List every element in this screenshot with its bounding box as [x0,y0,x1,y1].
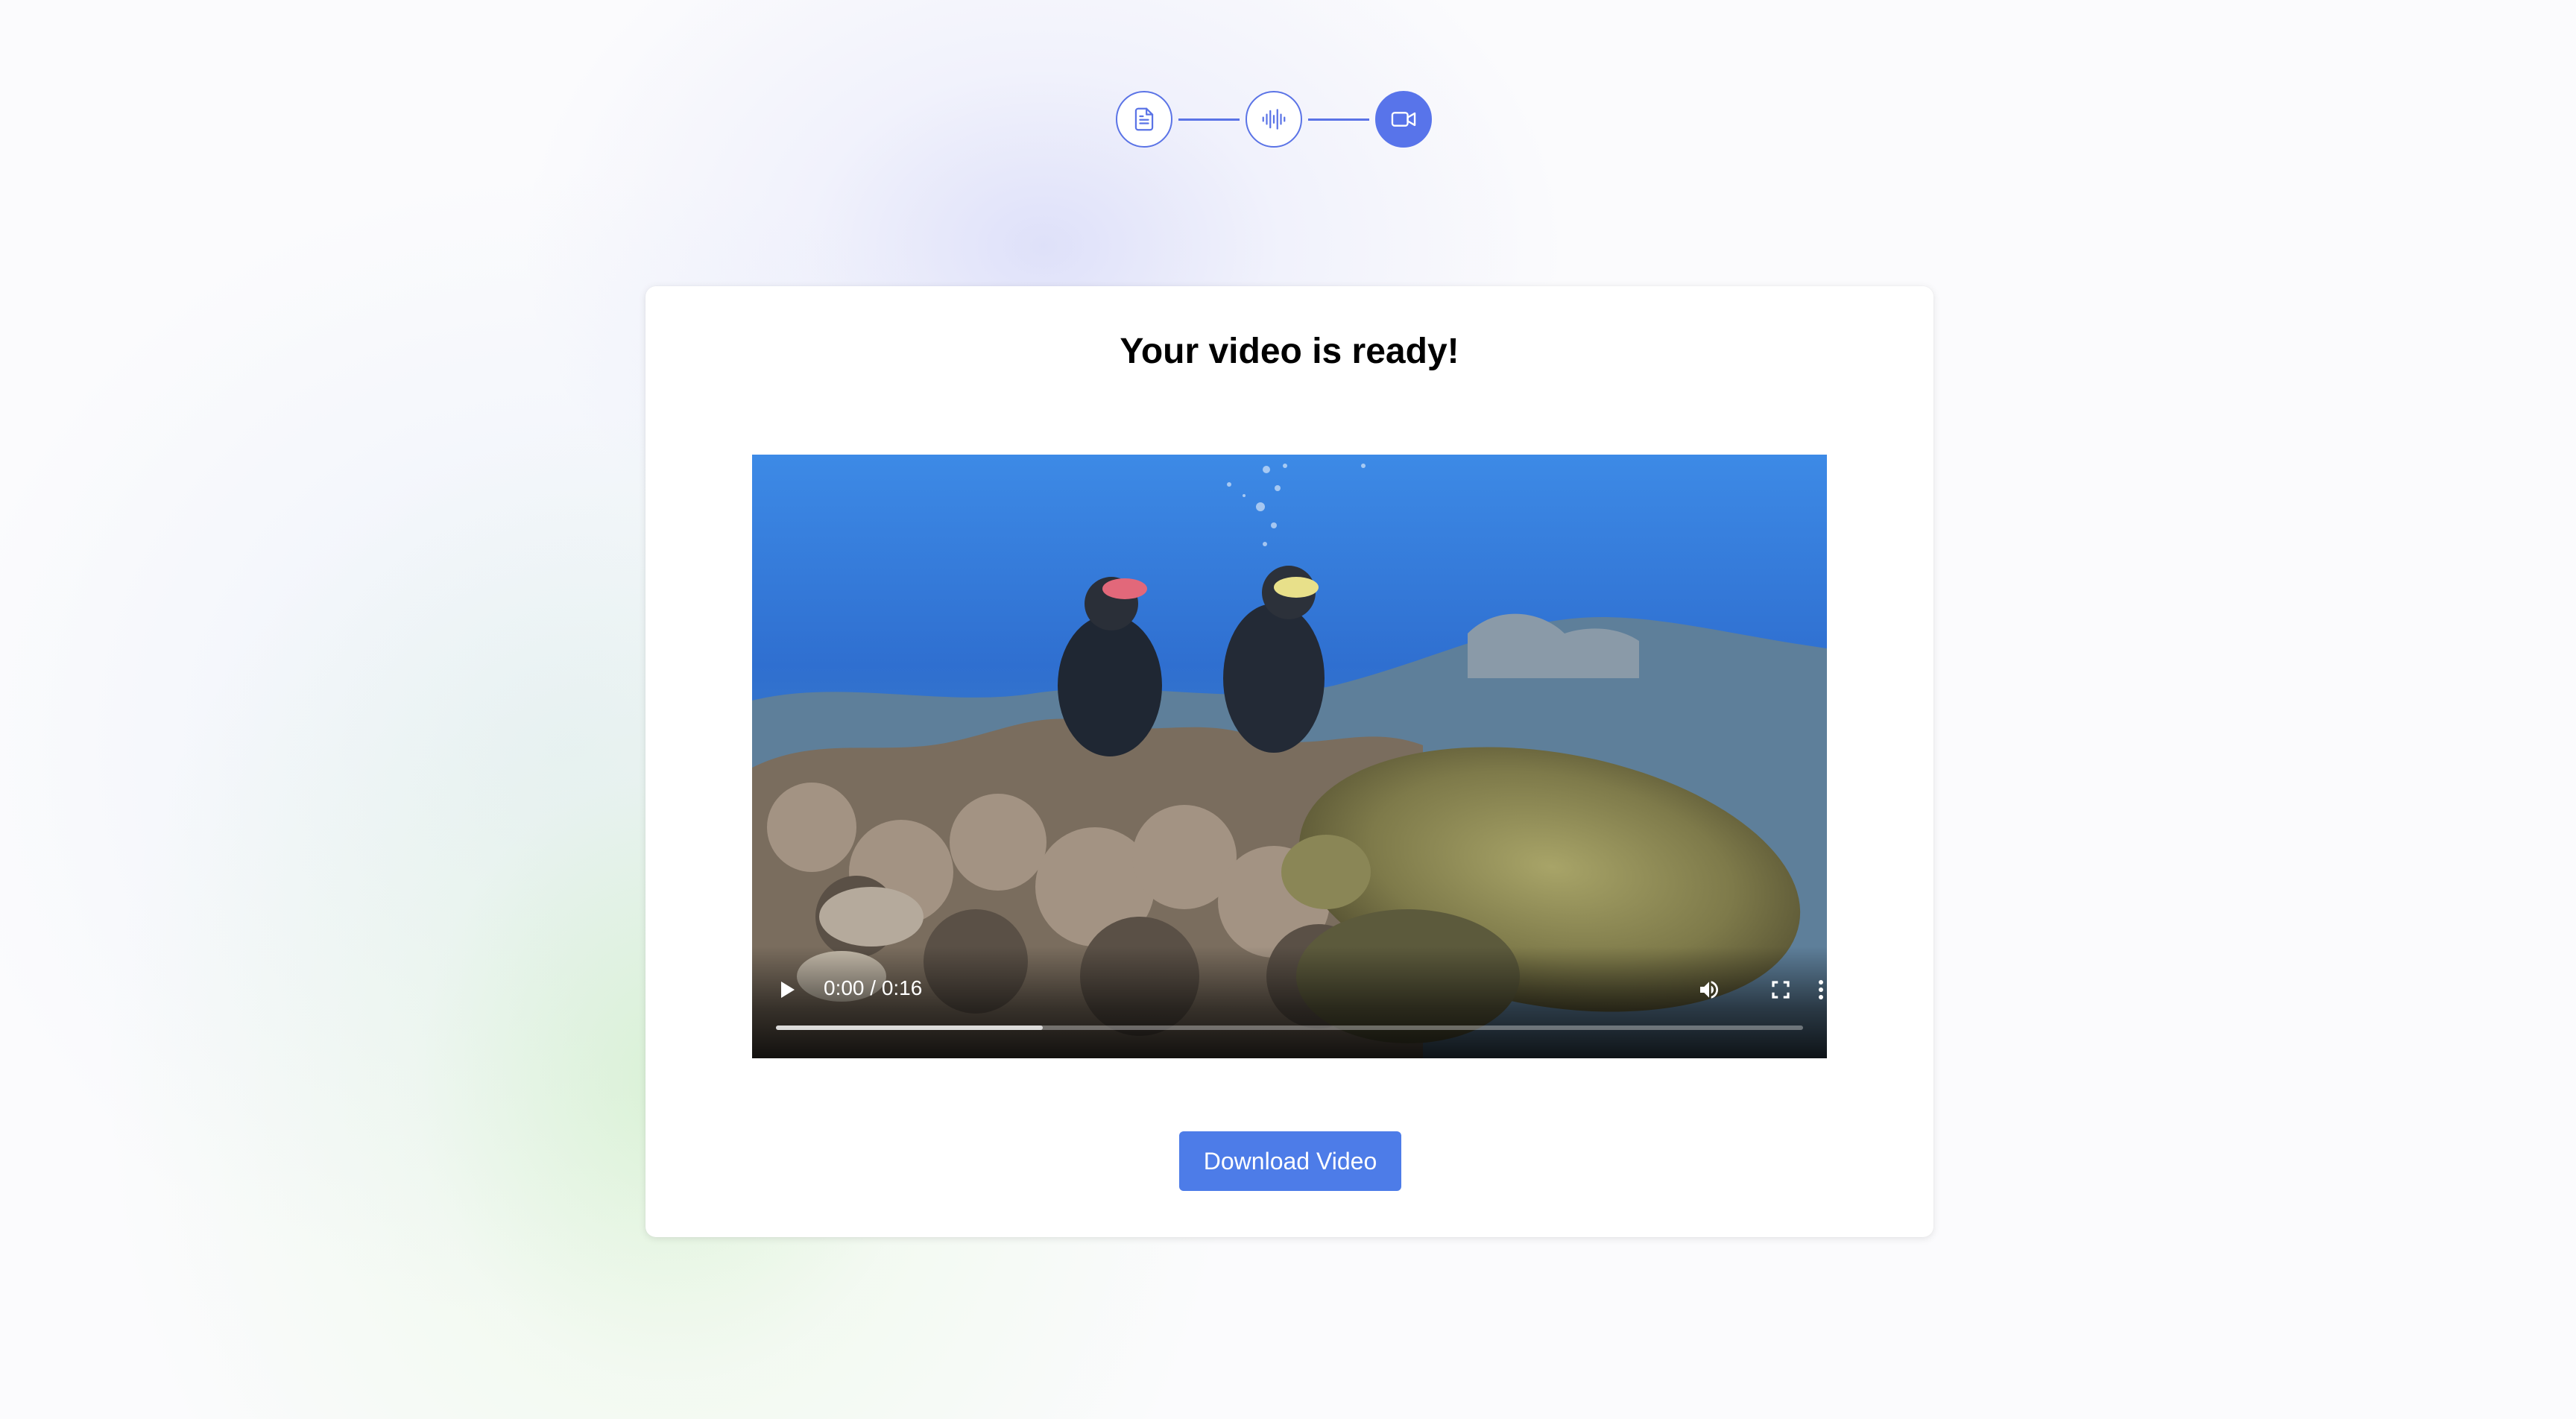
step-connector [1178,118,1240,121]
page-title: Your video is ready! [1120,332,1459,371]
step-audio [1246,91,1302,148]
video-camera-icon [1391,112,1416,127]
seek-bar[interactable] [776,1025,1803,1030]
fullscreen-button[interactable] [1764,973,1797,1006]
buffered-progress [776,1025,1044,1030]
step-video [1375,91,1432,148]
download-video-button[interactable]: Download Video [1179,1131,1401,1191]
fullscreen-icon [1772,981,1790,999]
play-button[interactable] [771,973,804,1006]
progress-stepper [1116,89,1432,149]
play-icon [781,982,795,998]
volume-button[interactable] [1693,973,1726,1006]
video-player[interactable]: 0:00 / 0:16 [752,455,1827,1058]
volume-icon [1700,981,1718,999]
more-options-button[interactable] [1813,973,1827,1006]
time-display: 0:00 / 0:16 [824,976,923,999]
video-controls: 0:00 / 0:16 [752,946,1827,1058]
step-connector [1308,118,1369,121]
document-icon [1134,107,1154,131]
audio-waveform-icon [1262,109,1286,130]
result-card: Your video is ready! 0:00 / 0:16 Downloa… [645,286,1933,1237]
more-options-icon [1819,980,1823,999]
step-document [1116,91,1172,148]
